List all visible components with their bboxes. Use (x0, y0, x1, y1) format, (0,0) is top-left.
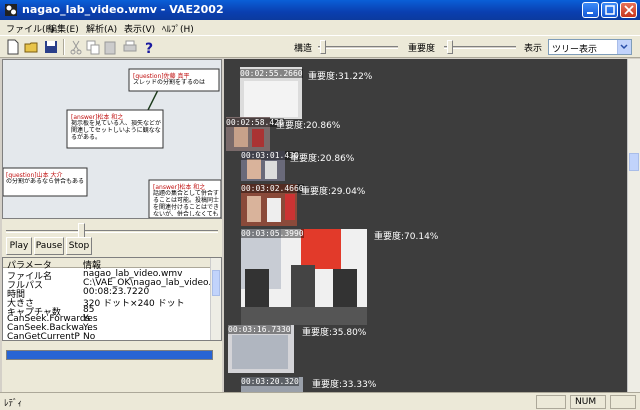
scene-importance: 重要度:70.14% (374, 232, 439, 242)
menu-bar: ファイル(F) 編集(E) 解析(A) 表示(V) ﾍﾙﾌﾟ(H) (0, 20, 640, 35)
scene-importance: 重要度:31.22% (308, 72, 373, 82)
stop-button[interactable]: Stop (66, 237, 92, 255)
display-mode-value: ツリー表示 (552, 45, 598, 55)
scene-importance: 重要度:35.80% (302, 328, 367, 338)
menu-help[interactable]: ﾍﾙﾌﾟ(H) (162, 22, 194, 35)
open-folder-icon[interactable] (24, 39, 40, 55)
toolbar: ? 構造 重要度 表示 ツリー表示 (0, 35, 640, 58)
properties-list[interactable]: パラメータ 情報 ファイル名 nagao_lab_video.wmv フルパス C:… (2, 257, 222, 341)
param-name: CanGetCurrentP (7, 332, 80, 341)
new-file-icon[interactable] (5, 39, 21, 55)
note-body: の分割があるなら併合もある (6, 178, 85, 185)
structure-slider-thumb[interactable] (320, 40, 326, 54)
properties-header: パラメータ 情報 (3, 258, 211, 271)
num-lock-indicator: NUM (570, 395, 606, 409)
left-pane: [question]佐藤 真平 スレッドの分割をするのは [answer]松本 … (2, 59, 222, 392)
param-value: No (83, 332, 96, 341)
scene-time: 00:03:02.4660 (241, 184, 304, 193)
svg-text:?: ? (145, 41, 153, 55)
scene-time: 00:03:16.7330 (228, 325, 291, 334)
scene-tree-view[interactable]: 00:02:55.2660 重要度:31.22% 00:02:58.420 重要… (224, 59, 640, 392)
status-box (610, 395, 636, 409)
seek-thumb[interactable] (78, 223, 85, 238)
menu-edit[interactable]: 編集(E) (48, 22, 79, 35)
structure-label: 構造 (294, 44, 313, 54)
display-label: 表示 (524, 44, 543, 54)
progress-bar (6, 350, 213, 360)
status-box (536, 395, 566, 409)
importance-label: 重要度 (408, 44, 436, 54)
scene-importance: 重要度:20.86% (276, 121, 341, 131)
close-icon (624, 5, 634, 15)
maximize-button[interactable] (601, 2, 618, 18)
structure-slider-track[interactable] (318, 46, 398, 49)
close-button[interactable] (620, 2, 637, 18)
progress-fill (7, 351, 212, 359)
minimize-button[interactable] (582, 2, 599, 18)
note-body: 話題の集合として併合することは可能。投稿同士を関連付けることはできないが、併合し… (153, 190, 219, 216)
minimize-icon (587, 12, 593, 14)
print-icon[interactable] (122, 39, 138, 55)
menu-analyze[interactable]: 解析(A) (86, 22, 117, 35)
note-body: 掲示板を見ている人、損失などが関連してセットしいように観ななるがある。 (71, 120, 161, 141)
pause-button[interactable]: Pause (34, 237, 64, 255)
scene-importance: 重要度:33.33% (312, 380, 377, 390)
properties-scrollbar[interactable] (210, 258, 221, 340)
menu-view[interactable]: 表示(V) (124, 22, 155, 35)
copy-icon[interactable] (85, 39, 101, 55)
title-bar: nagao_lab_video.wmv - VAE2002 (0, 0, 640, 20)
app-icon (5, 4, 17, 16)
cut-icon[interactable] (68, 39, 84, 55)
menu-file[interactable]: ファイル(F) (6, 22, 54, 35)
display-mode-select[interactable]: ツリー表示 (548, 39, 632, 55)
play-button[interactable]: Play (6, 237, 32, 255)
importance-slider-track[interactable] (444, 46, 516, 49)
note-body: スレッドの分割をするのは (133, 79, 206, 86)
importance-slider-thumb[interactable] (447, 40, 453, 54)
scene-scrollbar[interactable] (627, 59, 640, 392)
video-player[interactable]: [question]佐藤 真平 スレッドの分割をするのは [answer]松本 … (2, 59, 222, 219)
scene-importance: 重要度:29.04% (301, 187, 366, 197)
save-icon[interactable] (43, 39, 59, 55)
table-row[interactable]: CanGetCurrentP No (3, 332, 211, 341)
num-lock-text: NUM (575, 397, 597, 407)
scene-importance: 重要度:20.86% (290, 154, 355, 164)
scene-thumbnail[interactable] (241, 229, 367, 325)
help-icon[interactable]: ? (141, 39, 157, 55)
paste-icon[interactable] (102, 39, 118, 55)
chevron-down-icon[interactable] (617, 40, 631, 54)
toolbar-separator (63, 39, 65, 55)
scene-time: 00:03:20.320 (241, 377, 299, 386)
window-title: nagao_lab_video.wmv - VAE2002 (22, 3, 224, 16)
scene-time: 00:02:55.2660 (240, 69, 303, 78)
scene-time: 00:03:05.3990 (241, 229, 304, 238)
scroll-thumb[interactable] (212, 270, 220, 296)
status-text: ﾚﾃﾞｨ (4, 399, 23, 409)
scroll-thumb[interactable] (629, 153, 639, 171)
maximize-icon (605, 5, 615, 15)
status-bar: ﾚﾃﾞｨ NUM (0, 392, 640, 410)
seek-track[interactable] (6, 230, 218, 233)
